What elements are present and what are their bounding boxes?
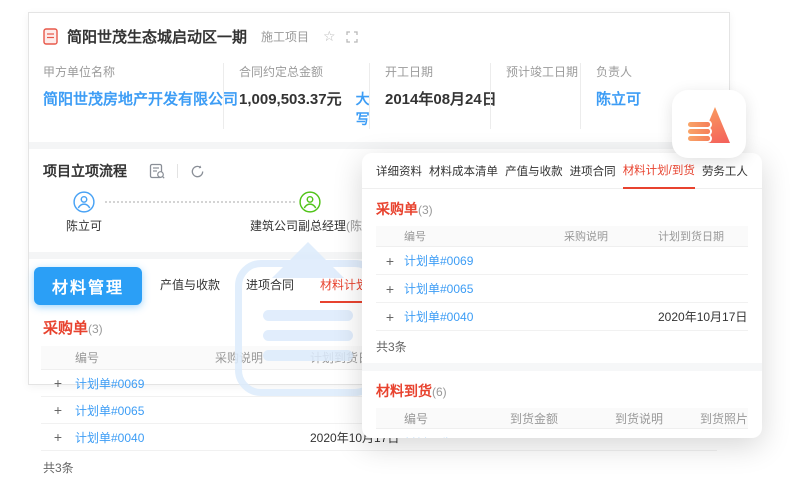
col-arrival-photo: 到货照片 xyxy=(700,410,748,427)
fullscreen-icon[interactable] xyxy=(346,31,358,43)
star-icon[interactable]: ☆ xyxy=(323,28,336,45)
material-plan-arrival-panel: 详细资料 材料成本清单 产值与收款 进项合同 材料计划/到货 劳务工人 采购单(… xyxy=(362,153,762,438)
table-total-count: 共3条 xyxy=(41,451,717,484)
col-arrival-amount: 到货金额 xyxy=(510,410,615,427)
tab-material-cost-list[interactable]: 材料成本清单 xyxy=(429,153,498,188)
col-number: 编号 xyxy=(75,349,215,366)
table-row: + 计划单#0069 xyxy=(376,247,748,275)
divider xyxy=(177,164,178,178)
expand-icon[interactable]: + xyxy=(376,281,404,297)
expand-icon[interactable]: + xyxy=(41,429,75,445)
app-logo-card xyxy=(672,90,746,158)
flow-step-role: 建筑公司副总经理(陈立可) xyxy=(250,217,370,234)
process-title: 项目立项流程 xyxy=(43,161,127,181)
table-header-row: 编号 到货金额 到货说明 到货照片 xyxy=(376,408,748,429)
expand-icon[interactable]: + xyxy=(41,402,75,418)
plan-order-link[interactable]: 计划单#0065 xyxy=(404,280,564,297)
brand-logo-icon xyxy=(688,105,730,143)
project-fields: 甲方单位名称 简阳世茂房地产开发有限公司 合同约定总金额 1,009,503.3… xyxy=(43,63,715,129)
field-label: 合同约定总金额 xyxy=(239,63,355,80)
col-arrival-desc: 到货说明 xyxy=(615,410,700,427)
user-icon xyxy=(73,191,95,213)
document-icon xyxy=(43,28,58,45)
process-log-icon[interactable] xyxy=(149,163,165,179)
arrival-section-title: 材料到货(6) xyxy=(362,371,762,401)
user-icon xyxy=(299,191,321,213)
expand-icon[interactable]: + xyxy=(376,253,404,269)
expand-icon[interactable]: + xyxy=(376,435,404,438)
manager-link[interactable]: 陈立可 xyxy=(596,88,676,109)
field-label: 开工日期 xyxy=(385,63,476,80)
plan-order-link[interactable]: 计划单#0040 xyxy=(75,429,215,446)
plan-order-link[interactable]: 计划单#0069 xyxy=(404,252,564,269)
expand-icon[interactable]: + xyxy=(376,309,404,325)
field-expected-completion: 预计竣工日期 xyxy=(490,63,580,129)
tab-output-and-collection[interactable]: 产值与收款 xyxy=(505,153,563,188)
contract-amount-value: 1,009,503.37元 xyxy=(239,88,342,109)
tab-labor-workers[interactable]: 劳务工人 xyxy=(702,153,748,188)
field-label: 负责人 xyxy=(596,63,676,80)
purchase-table: 编号 采购说明 计划到货日期 + 计划单#0069 + 计划单#0065 + 计… xyxy=(376,226,748,363)
plan-order-link[interactable]: 计划单#0065 xyxy=(75,402,215,419)
tab-output-and-collection[interactable]: 产值与收款 xyxy=(160,270,220,303)
planned-arrival-date: 2020年10月17日 xyxy=(658,308,748,325)
material-management-button[interactable]: 材料管理 xyxy=(34,267,142,305)
expand-icon[interactable]: + xyxy=(41,375,75,391)
table-row: + 材料到货#0055 10,000.00 xyxy=(376,429,748,438)
col-number: 编号 xyxy=(404,228,564,244)
table-total-count: 共3条 xyxy=(376,331,748,363)
table-row: + 计划单#0065 xyxy=(376,275,748,303)
col-purchase-desc: 采购说明 xyxy=(564,228,658,244)
refresh-icon[interactable] xyxy=(190,164,205,179)
arrival-order-link[interactable]: 材料到货#0055 xyxy=(404,435,510,439)
start-date-value: 2014年08月24日 xyxy=(385,88,476,109)
arrival-amount: 10,000.00 xyxy=(510,436,615,438)
section-divider xyxy=(362,363,762,371)
flow-step-name: 陈立可 xyxy=(59,217,109,234)
plan-order-link[interactable]: 计划单#0040 xyxy=(404,308,564,325)
flow-step-approver[interactable]: 建筑公司副总经理(陈立可) xyxy=(250,191,370,234)
tab-incoming-contract[interactable]: 进项合同 xyxy=(570,153,616,188)
table-header-row: 编号 采购说明 计划到货日期 xyxy=(376,226,748,247)
project-header: 简阳世茂生态城启动区一期 施工项目 ☆ 甲方单位名称 简阳世茂房地产开发有限公司… xyxy=(29,13,729,129)
purchase-section-title: 采购单(3) xyxy=(362,189,762,219)
tab-detail-info[interactable]: 详细资料 xyxy=(376,153,422,188)
flow-step-initiator[interactable]: 陈立可 xyxy=(59,191,109,234)
table-row: + 计划单#0040 2020年10月17日 xyxy=(376,303,748,331)
col-number: 编号 xyxy=(404,410,510,427)
field-label: 甲方单位名称 xyxy=(43,63,209,80)
project-title: 简阳世茂生态城启动区一期 xyxy=(67,26,247,47)
tab-material-plan-arrival[interactable]: 材料计划/到货 xyxy=(623,153,695,189)
col-purchase-desc: 采购说明 xyxy=(215,349,310,366)
field-party-a: 甲方单位名称 简阳世茂房地产开发有限公司 xyxy=(43,63,223,129)
project-type-tag: 施工项目 xyxy=(261,28,309,45)
section-divider xyxy=(29,142,729,149)
plan-order-link[interactable]: 计划单#0069 xyxy=(75,375,215,392)
party-a-link[interactable]: 简阳世茂房地产开发有限公司 xyxy=(43,88,209,109)
col-planned-date: 计划到货日期 xyxy=(658,228,748,244)
arrival-table: 编号 到货金额 到货说明 到货照片 + 材料到货#0055 10,000.00 xyxy=(376,408,748,438)
field-label: 预计竣工日期 xyxy=(506,63,566,80)
front-tab-bar: 详细资料 材料成本清单 产值与收款 进项合同 材料计划/到货 劳务工人 xyxy=(362,153,762,189)
field-start-date: 开工日期 2014年08月24日 xyxy=(369,63,490,129)
tab-incoming-contract[interactable]: 进项合同 xyxy=(246,270,294,303)
amount-in-words-link[interactable]: 大写 xyxy=(356,89,370,129)
field-contract-amount: 合同约定总金额 1,009,503.37元 大写 xyxy=(223,63,369,129)
